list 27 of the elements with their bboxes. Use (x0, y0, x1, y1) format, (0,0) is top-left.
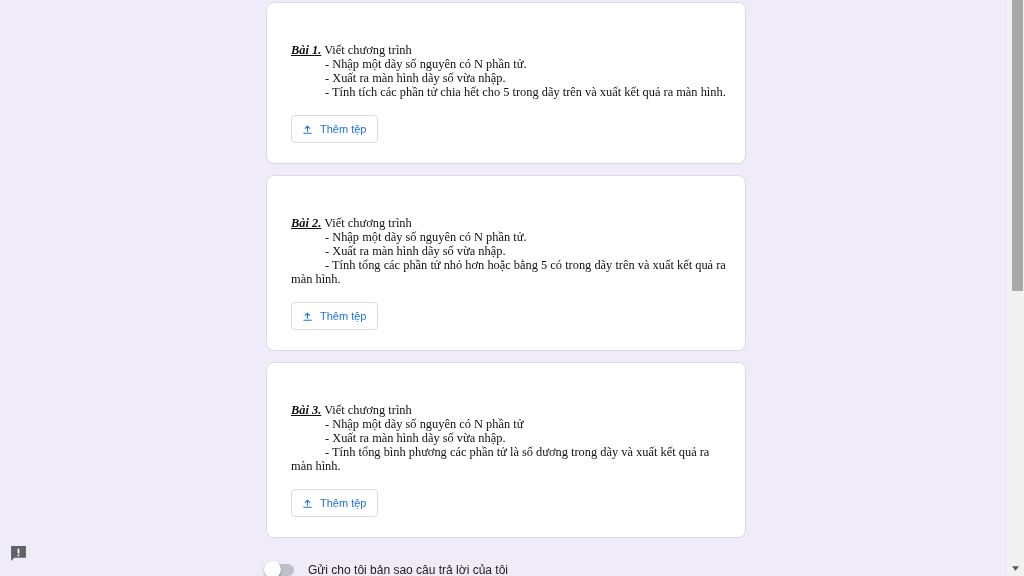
question-label: Bài 2. (291, 216, 322, 230)
question-text: - Nhập một dãy số nguyên có N phần tử. (324, 57, 528, 71)
scrollbar-thumb[interactable] (1012, 0, 1023, 291)
toggle-switch[interactable] (266, 564, 294, 576)
upload-icon (302, 310, 313, 322)
question-text: - Tính tổng các phần tử nhỏ hơn hoặc bằng 5 có trong dãy trên và xuất kết quả ra màn hình. (291, 258, 726, 286)
question-title: Viết chương trình (323, 43, 412, 57)
question-text: - Xuất ra màn hình dãy số vừa nhập. (324, 244, 507, 258)
upload-icon (302, 123, 313, 135)
question-text: - Tính tích các phần tử chia hết cho 5 trong dãy trên và xuất kết quả ra màn hình. (324, 85, 726, 99)
question-text: - Nhập một dãy số nguyên có N phần tử (324, 417, 525, 431)
question-text: - Tính tổng bình phương các phần tử là số dương trong dãy và xuất kết quả ra màn hình. (291, 445, 711, 473)
add-file-button[interactable]: Thêm tệp (291, 302, 379, 330)
scrollbar[interactable] (1007, 0, 1024, 576)
feedback-icon[interactable] (10, 545, 27, 562)
upload-icon (302, 497, 313, 509)
add-file-button[interactable]: Thêm tệp (291, 489, 379, 517)
question-title: Viết chương trình (323, 403, 412, 417)
question-text: - Nhập một dãy số nguyên có N phần tử. (324, 230, 528, 244)
question-title: Viết chương trình (323, 216, 412, 230)
question-text: - Xuất ra màn hình dãy số vừa nhập. (324, 431, 507, 445)
question-label: Bài 1. (291, 43, 322, 57)
add-file-button[interactable]: Thêm tệp (291, 115, 379, 143)
scroll-down-icon[interactable] (1012, 566, 1019, 571)
send-copy-label: Gửi cho tôi bản sao câu trả lời của tôi (308, 563, 508, 576)
question-text: - Xuất ra màn hình dãy số vừa nhập. (324, 71, 507, 85)
question-label: Bài 3. (291, 403, 322, 417)
